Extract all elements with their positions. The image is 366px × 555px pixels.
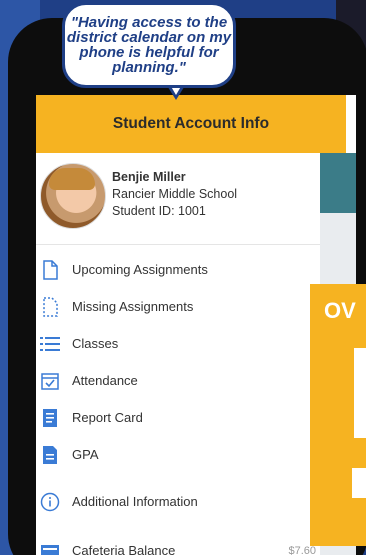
profile-header[interactable]: Benjie Miller Rancier Middle School Stud…: [36, 153, 320, 245]
calendar-check-icon: [38, 369, 62, 393]
menu-item-missing-assignments[interactable]: Missing Assignments: [36, 288, 320, 325]
menu-item-gpa[interactable]: GPA: [36, 436, 320, 473]
profile-info: Benjie Miller Rancier Middle School Stud…: [112, 169, 237, 220]
menu-item-additional-information[interactable]: Additional Information: [36, 483, 320, 520]
promo-card: OV: [310, 284, 366, 546]
app-header: Student Account Info: [36, 95, 346, 153]
menu-item-classes[interactable]: Classes: [36, 325, 320, 362]
promo-card-text: OV: [324, 298, 356, 323]
cafeteria-balance-amount: $7.60: [288, 544, 316, 555]
promo-card-panel: [354, 348, 366, 438]
gpa-icon: [38, 443, 62, 467]
app-title: Student Account Info: [112, 115, 270, 132]
dashed-document-icon: [38, 295, 62, 319]
document-icon: [38, 258, 62, 282]
student-name: Benjie Miller: [112, 170, 186, 184]
info-icon: [38, 490, 62, 514]
content-banner: [318, 153, 356, 213]
speech-bubble: "Having access to the district calendar …: [62, 2, 236, 88]
student-id: Student ID: 1001: [112, 204, 206, 218]
phone-screen: Student Account Info W m Benjie Miller R…: [36, 95, 356, 555]
school-name: Rancier Middle School: [112, 187, 238, 201]
promo-card-panel-lower: [352, 468, 366, 498]
report-icon: [38, 406, 62, 430]
testimonial-quote: "Having access to the district calendar …: [66, 14, 232, 76]
wallet-icon: [38, 539, 62, 555]
list-icon: [38, 332, 62, 356]
avatar: [40, 163, 106, 229]
menu-item-cafeteria-balance[interactable]: Cafeteria Balance $7.60: [36, 532, 320, 555]
navigation-drawer: Benjie Miller Rancier Middle School Stud…: [36, 153, 320, 555]
menu-item-upcoming-assignments[interactable]: Upcoming Assignments: [36, 251, 320, 288]
menu-item-report-card[interactable]: Report Card: [36, 399, 320, 436]
menu-item-attendance[interactable]: Attendance: [36, 362, 320, 399]
